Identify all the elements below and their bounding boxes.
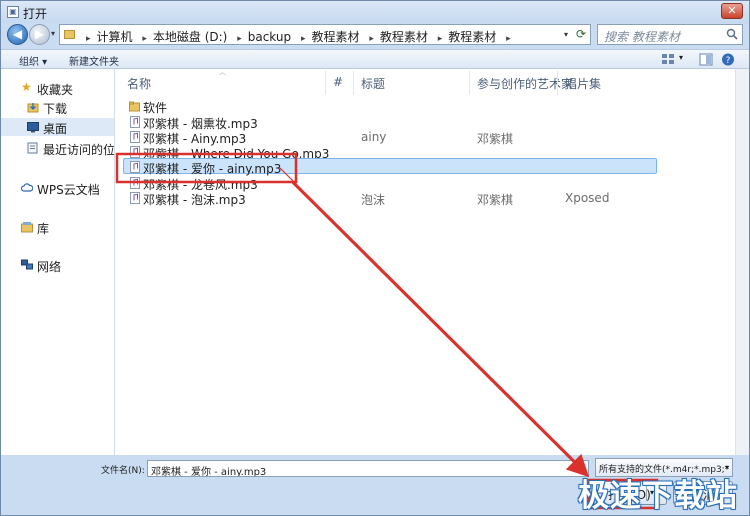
sidebar-item-desktop[interactable]: 桌面 <box>1 118 114 136</box>
back-button[interactable]: ◀ <box>7 24 28 45</box>
sidebar-item-wps-cloud[interactable]: WPS云文档 <box>1 179 114 197</box>
view-options-icon[interactable] <box>661 53 675 66</box>
breadcrumb-item[interactable]: 教程素材 <box>448 30 496 44</box>
library-icon <box>21 222 33 233</box>
navigation-bar: ◀ ▶ ▾ ▸ 计算机 ▸ 本地磁盘 (D:) ▸ backup ▸ 教程素材 ▸ 教程素… <box>1 23 749 47</box>
breadcrumb-separator[interactable]: ▸ <box>438 34 443 44</box>
address-bar[interactable]: ▸ 计算机 ▸ 本地磁盘 (D:) ▸ backup ▸ 教程素材 ▸ 教程素材 ▸ 教程素… <box>59 24 591 45</box>
breadcrumb-item[interactable]: 教程素材 <box>380 30 428 44</box>
column-header-number[interactable]: # <box>333 75 343 89</box>
help-icon[interactable]: ? <box>721 53 735 66</box>
cloud-icon <box>21 183 33 192</box>
file-artist: 邓紫棋 <box>477 193 514 207</box>
breadcrumb: ▸ 计算机 ▸ 本地磁盘 (D:) ▸ backup ▸ 教程素材 ▸ 教程素材 ▸ 教程素… <box>80 28 517 45</box>
list-item[interactable]: 软件 <box>115 98 655 115</box>
vertical-scrollbar[interactable] <box>735 69 749 455</box>
sidebar-item-label: 收藏夹 <box>37 83 74 97</box>
address-dropdown-icon[interactable]: ▾ <box>564 30 568 39</box>
breadcrumb-separator[interactable]: ▸ <box>142 34 147 44</box>
column-divider[interactable] <box>557 71 558 95</box>
file-name: 邓紫棋 - 泡沫.mp3 <box>143 193 246 207</box>
filename-label: 文件名(N): <box>101 466 145 476</box>
sidebar-item-network[interactable]: 网络 <box>1 256 114 274</box>
navigation-pane: ★ 收藏夹 下载 桌面 最近访问的位置 <box>1 69 115 455</box>
search-box[interactable]: 搜索 教程素材 <box>597 24 743 45</box>
refresh-icon[interactable]: ⟳ <box>576 27 586 41</box>
folder-icon <box>64 30 75 39</box>
audio-file-icon <box>130 192 140 204</box>
close-button[interactable]: ✕ <box>721 3 743 19</box>
view-dropdown-icon[interactable]: ▾ <box>679 53 683 62</box>
list-item[interactable]: 邓紫棋 - 泡沫.mp3 泡沫 邓紫棋 Xposed <box>115 190 655 207</box>
recent-places-icon <box>27 142 38 154</box>
sidebar-item-label: 桌面 <box>43 122 68 136</box>
column-header-title[interactable]: 标题 <box>361 75 385 92</box>
column-header-name[interactable]: 名称 <box>127 75 151 92</box>
column-divider[interactable] <box>325 71 326 95</box>
audio-file-icon <box>130 177 140 189</box>
audio-file-icon <box>130 131 140 143</box>
breadcrumb-item[interactable]: 教程素材 <box>311 30 359 44</box>
breadcrumb-separator[interactable]: ▸ <box>301 34 306 44</box>
audio-file-icon <box>130 116 140 128</box>
breadcrumb-separator[interactable]: ▸ <box>86 34 91 44</box>
network-icon <box>21 259 33 270</box>
breadcrumb-item[interactable]: backup <box>248 30 291 44</box>
star-icon: ★ <box>21 80 32 94</box>
file-title: ainy <box>361 130 387 144</box>
history-dropdown-icon[interactable]: ▾ <box>51 29 55 38</box>
forward-button[interactable]: ▶ <box>29 24 50 45</box>
sidebar-item-label: 库 <box>37 222 50 236</box>
sidebar-item-label: 下载 <box>43 102 68 116</box>
list-item-selected[interactable]: 邓紫棋 - 爱你 - ainy.mp3 <box>123 158 657 176</box>
content-area: ★ 收藏夹 下载 桌面 最近访问的位置 <box>1 68 749 455</box>
column-divider[interactable] <box>353 71 354 95</box>
watermark-text: 极速下载站 <box>578 478 738 514</box>
column-header-album[interactable]: 唱片集 <box>565 75 601 92</box>
breadcrumb-item[interactable]: 计算机 <box>97 30 133 44</box>
open-file-dialog: ▣ 打开 ✕ ◀ ▶ ▾ ▸ 计算机 ▸ 本地磁盘 (D:) ▸ backup ▸ 教程… <box>0 0 750 516</box>
list-item[interactable]: 邓紫棋 - 龙卷风.mp3 <box>115 175 655 192</box>
view-controls: ▾ ? <box>649 52 739 68</box>
column-header-artist[interactable]: 参与创作的艺术家 <box>477 75 573 92</box>
app-icon: ▣ <box>7 6 19 18</box>
sidebar-item-label: WPS云文档 <box>37 183 100 197</box>
filename-input[interactable]: 邓紫棋 - 爱你 - ainy.mp3 <box>147 460 589 477</box>
sidebar-item-recent-places[interactable]: 最近访问的位置 <box>1 139 115 157</box>
new-folder-button[interactable]: 新建文件夹 <box>69 53 119 68</box>
command-bar: 组织 ▾ 新建文件夹 ▾ ? <box>1 49 749 69</box>
file-list: ︿ 名称 # 标题 参与创作的艺术家 唱片集 软件 邓紫棋 - 烟熏妆.mp3 <box>115 68 735 455</box>
sidebar-item-downloads[interactable]: 下载 <box>1 98 114 116</box>
desktop-icon <box>27 122 39 133</box>
breadcrumb-separator[interactable]: ▸ <box>369 34 374 44</box>
title-bar: ▣ 打开 ✕ <box>1 1 749 23</box>
list-item[interactable]: 邓紫棋 - Ainy.mp3 ainy 邓紫棋 <box>115 129 655 146</box>
breadcrumb-item[interactable]: 本地磁盘 (D:) <box>153 30 227 44</box>
sidebar-item-libraries[interactable]: 库 <box>1 218 114 236</box>
preview-pane-icon[interactable] <box>699 53 713 66</box>
sidebar-item-favorites[interactable]: ★ 收藏夹 <box>1 79 114 97</box>
folder-icon <box>129 101 140 112</box>
download-folder-icon <box>27 103 39 113</box>
audio-file-icon <box>130 161 140 173</box>
column-divider[interactable] <box>469 71 470 95</box>
list-item[interactable]: 邓紫棋 - 烟熏妆.mp3 <box>115 114 655 131</box>
sidebar-item-label: 最近访问的位置 <box>43 143 115 157</box>
search-placeholder: 搜索 教程素材 <box>604 30 680 44</box>
breadcrumb-separator[interactable]: ▸ <box>237 34 242 44</box>
sidebar-item-label: 网络 <box>37 260 62 274</box>
organize-button[interactable]: 组织 ▾ <box>19 53 47 68</box>
file-album: Xposed <box>565 191 610 205</box>
window-title: 打开 <box>23 7 48 21</box>
svg-text:?: ? <box>726 56 731 66</box>
file-title: 泡沫 <box>361 193 386 207</box>
audio-file-icon <box>130 146 140 158</box>
search-icon[interactable] <box>726 28 738 40</box>
breadcrumb-separator[interactable]: ▸ <box>506 34 511 44</box>
sort-arrow-icon: ︿ <box>219 68 226 76</box>
